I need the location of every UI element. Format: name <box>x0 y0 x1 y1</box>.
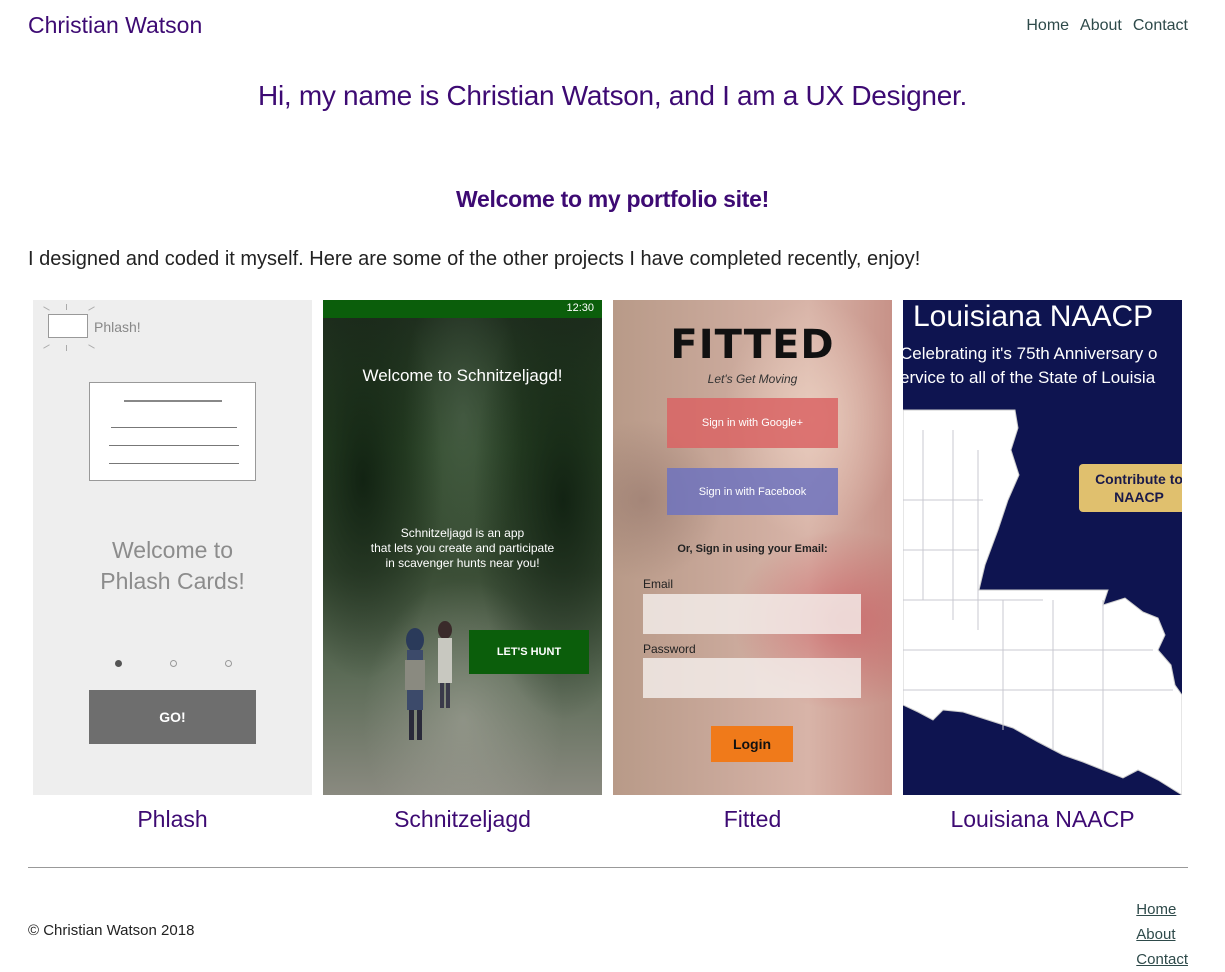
contribute-button: Contribute to NAACP <box>1079 464 1182 512</box>
email-signin-label: Or, Sign in using your Email: <box>677 543 828 555</box>
password-label: Password <box>643 642 696 656</box>
phlash-welcome: Welcome to Phlash Cards! <box>100 537 245 594</box>
email-label: Email <box>643 577 674 591</box>
email-field <box>643 594 861 634</box>
footer-contact-link[interactable]: Contact <box>1136 947 1188 972</box>
naacp-title: Louisiana NAACP <box>913 300 1154 333</box>
password-field <box>643 658 861 698</box>
intro-text: I designed and coded it myself. Here are… <box>28 248 921 270</box>
sparkle-ray <box>88 344 95 349</box>
pager-dot-active <box>115 660 122 667</box>
sparkle-ray <box>43 344 50 349</box>
pager-dot <box>225 660 232 667</box>
naacp-subtitle: Celebrating it's 75th Anniversary o ervi… <box>903 344 1158 387</box>
pager-dot <box>170 660 177 667</box>
footer-about-link[interactable]: About <box>1136 922 1188 947</box>
hero-subtitle: Welcome to my portfolio site! <box>456 186 769 212</box>
google-signin-button: Sign in with Google+ <box>667 398 838 448</box>
fitted-tagline: Let's Get Moving <box>707 372 798 386</box>
schnitz-title: Welcome to Schnitzeljagd! <box>362 366 563 385</box>
project-caption-naacp[interactable]: Louisiana NAACP <box>903 806 1182 833</box>
phlash-logo-icon <box>48 314 88 338</box>
top-nav: Home About Contact <box>1026 17 1188 35</box>
hero-title: Hi, my name is Christian Watson, and I a… <box>258 80 967 111</box>
sparkle-ray <box>43 306 50 311</box>
footer-divider <box>28 867 1188 868</box>
nav-about-link[interactable]: About <box>1080 17 1122 35</box>
nav-contact-link[interactable]: Contact <box>1133 17 1188 35</box>
footer-home-link[interactable]: Home <box>1136 897 1188 922</box>
project-caption-phlash[interactable]: Phlash <box>33 806 312 833</box>
sparkle-ray <box>88 306 95 311</box>
nav-home-link[interactable]: Home <box>1026 17 1069 35</box>
project-card-naacp[interactable]: Louisiana NAACP Celebrating it's 75th An… <box>903 300 1182 795</box>
status-time: 12:30 <box>566 302 594 314</box>
site-name[interactable]: Christian Watson <box>28 12 202 39</box>
copyright-text: © Christian Watson 2018 <box>28 922 195 939</box>
sparkle-ray <box>66 345 67 351</box>
project-card-schnitzeljagd[interactable]: 12:30 Welcome to Schnitzeljagd! Schnitze… <box>323 300 602 795</box>
facebook-signin-button: Sign in with Facebook <box>667 468 838 515</box>
schnitz-description: Schnitzeljagd is an app that lets you cr… <box>370 526 555 570</box>
flashcard-illustration <box>89 382 256 481</box>
fitted-login-button: Login <box>711 726 793 762</box>
fitted-logo: FITTED <box>670 322 835 368</box>
android-status-bar: 12:30 <box>323 300 602 318</box>
hikers-illustration <box>405 621 452 740</box>
project-card-phlash[interactable]: Phlash! Welcome to Phlash Cards! GO! <box>33 300 312 795</box>
footer-nav: Home About Contact <box>1136 897 1188 972</box>
phlash-logo-text: Phlash! <box>94 319 141 335</box>
phlash-go-button: GO! <box>89 690 256 744</box>
project-caption-fitted[interactable]: Fitted <box>613 806 892 833</box>
project-card-fitted[interactable]: FITTED Let's Get Moving Sign in with Goo… <box>613 300 892 795</box>
sparkle-ray <box>66 304 67 310</box>
lets-hunt-button: LET'S HUNT <box>469 630 589 674</box>
project-caption-schnitzeljagd[interactable]: Schnitzeljagd <box>323 806 602 833</box>
